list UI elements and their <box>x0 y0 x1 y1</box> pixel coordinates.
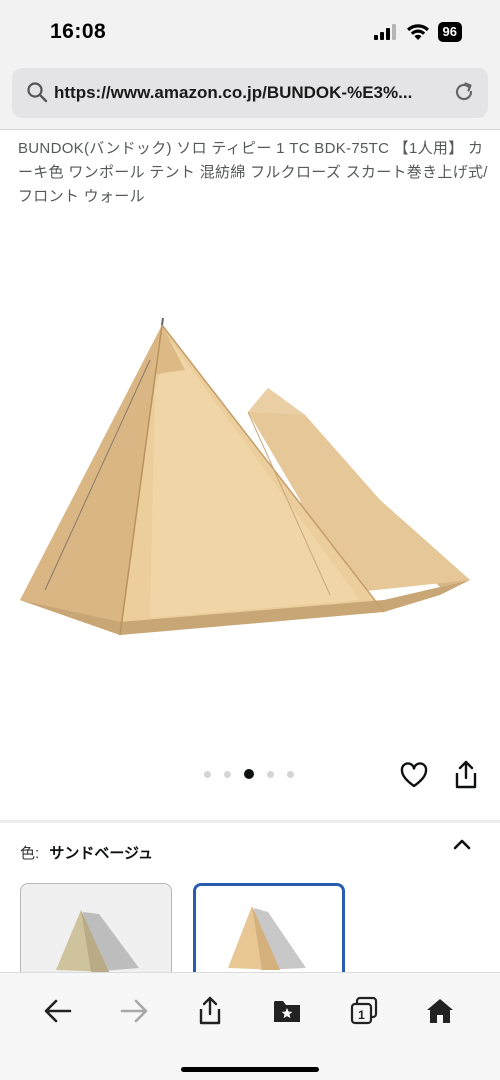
carousel-indicator[interactable] <box>204 769 294 779</box>
product-image[interactable] <box>0 300 500 660</box>
share-icon[interactable] <box>453 760 479 790</box>
browser-toolbar: 1 <box>0 972 500 1080</box>
home-indicator[interactable] <box>181 1067 319 1072</box>
search-icon <box>27 82 48 103</box>
status-bar: 16:08 96 <box>0 0 500 62</box>
chevron-up-icon[interactable] <box>452 836 472 852</box>
back-arrow-icon[interactable] <box>40 993 76 1029</box>
swatch-image <box>228 906 306 970</box>
status-time: 16:08 <box>50 20 107 43</box>
home-icon[interactable] <box>422 993 458 1029</box>
carousel-dot[interactable] <box>287 770 294 778</box>
section-divider <box>0 820 500 823</box>
address-bar[interactable]: https://www.amazon.co.jp/BUNDOK-%E3%... <box>12 68 488 118</box>
color-swatch-khaki[interactable] <box>20 883 172 983</box>
share-icon[interactable] <box>192 993 228 1029</box>
swatch-image <box>56 910 139 972</box>
battery-icon: 96 <box>437 22 462 42</box>
color-swatch-sand-beige[interactable] <box>193 883 345 983</box>
carousel-dot[interactable] <box>204 770 211 778</box>
browser-address-area: https://www.amazon.co.jp/BUNDOK-%E3%... <box>0 62 500 130</box>
carousel-dot[interactable] <box>224 770 231 778</box>
heart-icon[interactable] <box>400 762 428 790</box>
bookmarks-icon[interactable] <box>269 993 305 1029</box>
reload-icon[interactable] <box>452 80 476 104</box>
wifi-icon <box>406 24 429 40</box>
carousel-dot[interactable] <box>267 770 274 778</box>
color-label: 色: <box>20 845 40 862</box>
tabs-icon[interactable]: 1 <box>346 993 382 1029</box>
forward-arrow-icon[interactable] <box>116 993 152 1029</box>
cellular-signal-icon <box>373 24 396 40</box>
color-selector-header[interactable]: 色: サンドベージュ <box>20 842 153 863</box>
carousel-dot-active[interactable] <box>244 769 254 779</box>
status-icons: 96 <box>373 22 462 42</box>
product-title[interactable]: BUNDOK(バンドック) ソロ ティピー 1 TC BDK-75TC 【1人用… <box>18 137 488 209</box>
url-text[interactable]: https://www.amazon.co.jp/BUNDOK-%E3%... <box>54 83 449 103</box>
tab-count: 1 <box>358 1008 365 1022</box>
color-selected-value: サンドベージュ <box>49 845 153 862</box>
